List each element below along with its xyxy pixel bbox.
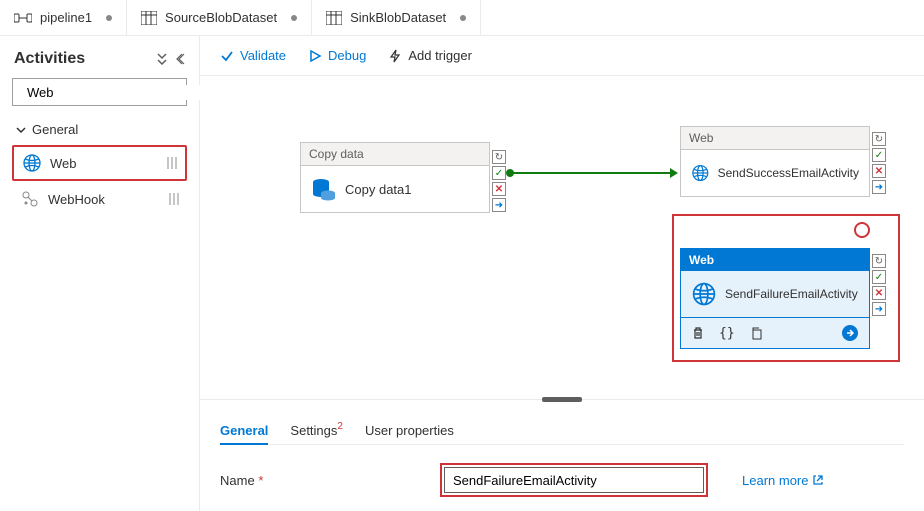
delete-icon[interactable] [691, 326, 705, 340]
port-skip[interactable]: ➜ [492, 198, 506, 212]
panel-splitter[interactable] [200, 399, 924, 403]
tab-sink-dataset[interactable]: SinkBlobDataset [312, 0, 481, 35]
globe-icon [691, 160, 710, 186]
pipeline-toolbar: Validate Debug Add trigger [200, 36, 924, 76]
trigger-label: Add trigger [408, 48, 472, 63]
port-success[interactable]: ✓ [872, 148, 886, 162]
activities-panel: Activities General Web WebHook [0, 36, 200, 511]
port-success[interactable]: ✓ [872, 270, 886, 284]
dirty-dot [106, 15, 112, 21]
play-icon [308, 49, 322, 63]
debug-label: Debug [328, 48, 366, 63]
database-icon [311, 176, 337, 202]
validate-label: Validate [240, 48, 286, 63]
activity-label: WebHook [48, 192, 105, 207]
port-success[interactable]: ✓ [492, 166, 506, 180]
pipeline-icon [14, 11, 32, 25]
state-ports-copy: ↻ ✓ ✕ ➜ [492, 150, 506, 212]
pipeline-canvas[interactable]: Copy data Copy data1 ↻ ✓ ✕ ➜ Web [200, 76, 924, 399]
code-icon[interactable]: {} [719, 326, 735, 341]
activities-title: Activities [14, 50, 85, 68]
drag-grip-icon [169, 193, 179, 205]
state-ports-failure: ↻ ✓ ✕ ➜ [872, 254, 886, 316]
tab-label: SinkBlobDataset [350, 10, 446, 25]
tab-settings[interactable]: Settings2 [290, 417, 343, 444]
tab-label: pipeline1 [40, 10, 92, 25]
port-loop[interactable]: ↻ [492, 150, 506, 164]
search-input[interactable] [27, 85, 203, 100]
learn-more-link[interactable]: Learn more [742, 473, 824, 488]
validate-button[interactable]: Validate [220, 48, 286, 63]
property-tabs: General Settings2 User properties [220, 417, 904, 445]
activities-search[interactable] [12, 78, 187, 106]
port-loop[interactable]: ↻ [872, 132, 886, 146]
dirty-dot [291, 15, 297, 21]
port-skip[interactable]: ➜ [872, 180, 886, 194]
category-label: General [32, 122, 78, 137]
chevron-down-icon [16, 125, 26, 135]
tab-pipeline1[interactable]: pipeline1 [0, 0, 127, 35]
dirty-dot [460, 15, 466, 21]
node-label: SendFailureEmailActivity [725, 287, 858, 301]
activity-label: Web [50, 156, 77, 171]
port-fail[interactable]: ✕ [872, 164, 886, 178]
node-send-failure-email[interactable]: Web SendFailureEmailActivity {} [680, 248, 870, 349]
check-icon [220, 49, 234, 63]
port-skip[interactable]: ➜ [872, 302, 886, 316]
category-general[interactable]: General [8, 116, 191, 143]
globe-icon [22, 153, 42, 173]
tab-label: SourceBlobDataset [165, 10, 277, 25]
activity-web[interactable]: Web [12, 145, 187, 181]
webhook-icon [20, 189, 40, 209]
node-header: Web [680, 248, 870, 271]
dataset-icon [326, 11, 342, 25]
port-loop[interactable]: ↻ [872, 254, 886, 268]
trigger-icon [388, 49, 402, 63]
state-ports-success: ↻ ✓ ✕ ➜ [872, 132, 886, 194]
tab-user-properties[interactable]: User properties [365, 417, 454, 444]
name-input[interactable] [444, 467, 704, 493]
globe-icon [691, 281, 717, 307]
editor-tabs: pipeline1 SourceBlobDataset SinkBlobData… [0, 0, 924, 36]
drag-grip-icon [167, 157, 177, 169]
node-header: Web [680, 126, 870, 149]
node-label: Copy data1 [345, 182, 412, 197]
collapse-panel-icon[interactable] [175, 53, 185, 65]
activity-webhook[interactable]: WebHook [12, 183, 187, 215]
selection-handle [854, 222, 870, 238]
expand-all-icon[interactable] [155, 53, 169, 65]
node-send-success-email[interactable]: Web SendSuccessEmailActivity [680, 126, 870, 197]
tab-general[interactable]: General [220, 417, 268, 444]
debug-button[interactable]: Debug [308, 48, 366, 63]
copy-icon[interactable] [749, 326, 763, 340]
node-copy-data[interactable]: Copy data Copy data1 [300, 142, 490, 213]
tab-source-dataset[interactable]: SourceBlobDataset [127, 0, 312, 35]
node-label: SendSuccessEmailActivity [718, 166, 859, 180]
name-label: Name * [220, 473, 420, 488]
add-trigger-button[interactable]: Add trigger [388, 48, 472, 63]
properties-panel: General Settings2 User properties Name *… [200, 403, 924, 511]
success-connector[interactable] [512, 172, 672, 174]
settings-badge: 2 [337, 421, 343, 432]
arrow-right-circle-icon[interactable] [841, 324, 859, 342]
external-link-icon [812, 474, 824, 486]
node-header: Copy data [300, 142, 490, 165]
port-fail[interactable]: ✕ [492, 182, 506, 196]
node-toolbar: {} [680, 318, 870, 349]
dataset-icon [141, 11, 157, 25]
port-fail[interactable]: ✕ [872, 286, 886, 300]
